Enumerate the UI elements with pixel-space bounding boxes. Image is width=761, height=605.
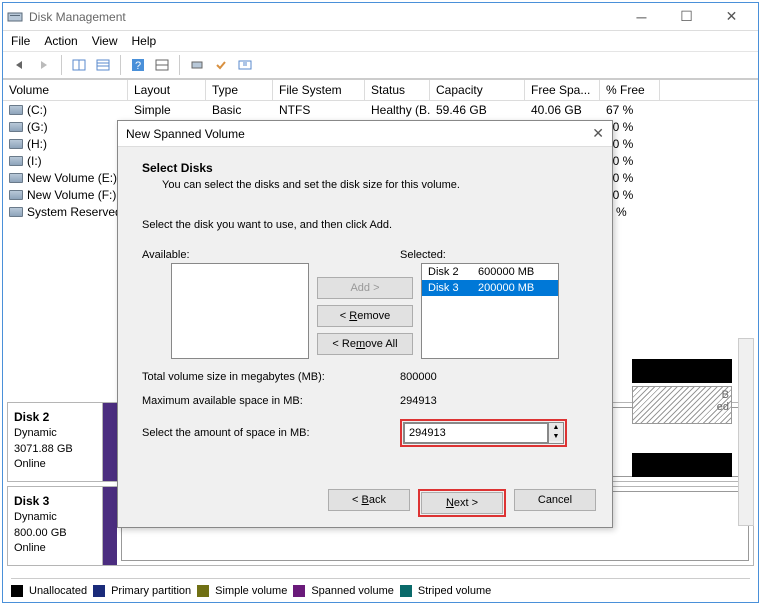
amount-highlight: ▲▼ — [400, 419, 567, 447]
check-icon[interactable] — [210, 54, 232, 76]
view-panes-icon[interactable] — [68, 54, 90, 76]
total-size-label: Total volume size in megabytes (MB): — [142, 371, 400, 383]
cancel-button[interactable]: Cancel — [514, 489, 596, 511]
menu-action[interactable]: Action — [44, 34, 77, 48]
scrollbar[interactable] — [738, 338, 754, 526]
legend-spanned-swatch — [293, 585, 305, 597]
next-button[interactable]: Next > — [421, 492, 503, 514]
selected-listbox[interactable]: Disk 2600000 MB Disk 3200000 MB — [421, 263, 559, 359]
removeall-button[interactable]: < Remove All — [317, 333, 413, 355]
legend-primary: Primary partition — [111, 585, 191, 597]
help-icon[interactable]: ? — [127, 54, 149, 76]
legend-spanned: Spanned volume — [311, 585, 394, 597]
col-type[interactable]: Type — [206, 80, 273, 100]
rescan-icon[interactable] — [186, 54, 208, 76]
view-list-icon[interactable] — [92, 54, 114, 76]
max-space-value: 294913 — [400, 395, 437, 407]
col-fs[interactable]: File System — [273, 80, 365, 100]
legend-unallocated-swatch — [11, 585, 23, 597]
available-label: Available: — [142, 249, 400, 261]
available-listbox[interactable] — [171, 263, 309, 359]
refresh-icon[interactable] — [151, 54, 173, 76]
add-button[interactable]: Add > — [317, 277, 413, 299]
forward-icon[interactable] — [33, 54, 55, 76]
next-highlight: Next > — [418, 489, 506, 517]
maximize-button[interactable]: ☐ — [664, 4, 709, 30]
wizard-sub: You can select the disks and set the dis… — [162, 179, 588, 191]
back-icon[interactable] — [9, 54, 31, 76]
amount-label: Select the amount of space in MB: — [142, 427, 400, 439]
disk2-stripe — [103, 403, 117, 481]
menubar: File Action View Help — [3, 31, 758, 51]
wizard-title: New Spanned Volume — [126, 127, 592, 141]
disk3-label: Disk 3 Dynamic 800.00 GB Online — [8, 487, 103, 565]
close-button[interactable]: ✕ — [709, 4, 754, 30]
disk3-stripe — [103, 487, 117, 565]
menu-view[interactable]: View — [92, 34, 118, 48]
legend-striped: Striped volume — [418, 585, 491, 597]
minimize-button[interactable]: ─ — [619, 4, 664, 30]
legend-striped-swatch — [400, 585, 412, 597]
back-button[interactable]: < Back — [328, 489, 410, 511]
legend-simple-swatch — [197, 585, 209, 597]
wizard-titlebar: New Spanned Volume ✕ — [118, 121, 612, 147]
volume-grid-header: Volume Layout Type File System Status Ca… — [3, 79, 758, 101]
wizard-close-icon[interactable]: ✕ — [592, 125, 604, 142]
selected-row-disk3[interactable]: Disk 3200000 MB — [422, 280, 558, 296]
svg-text:?: ? — [135, 60, 141, 72]
col-capacity[interactable]: Capacity — [430, 80, 525, 100]
legend: Unallocated Primary partition Simple vol… — [11, 578, 750, 598]
amount-spinner[interactable]: ▲▼ — [403, 422, 564, 444]
settings-icon[interactable] — [234, 54, 256, 76]
col-freespace[interactable]: Free Spa... — [525, 80, 600, 100]
spin-up-icon[interactable]: ▲ — [549, 423, 563, 432]
col-status[interactable]: Status — [365, 80, 430, 100]
remove-button[interactable]: < Remove — [317, 305, 413, 327]
total-size-value: 800000 — [400, 371, 437, 383]
col-volume[interactable]: Volume — [3, 80, 128, 100]
legend-primary-swatch — [93, 585, 105, 597]
col-layout[interactable]: Layout — [128, 80, 206, 100]
menu-help[interactable]: Help — [132, 34, 157, 48]
wizard-instruct: Select the disk you want to use, and the… — [142, 219, 588, 231]
toolbar: ? — [3, 51, 758, 79]
menu-file[interactable]: File — [11, 34, 30, 48]
volume-row[interactable]: (C:)SimpleBasicNTFSHealthy (B...59.46 GB… — [3, 101, 758, 118]
wizard-heading: Select Disks — [142, 161, 588, 175]
legend-simple: Simple volume — [215, 585, 287, 597]
legend-unallocated: Unallocated — [29, 585, 87, 597]
wizard-dialog: New Spanned Volume ✕ Select Disks You ca… — [117, 120, 613, 528]
amount-input[interactable] — [404, 423, 548, 443]
app-icon — [7, 9, 23, 25]
disk2-label: Disk 2 Dynamic 3071.88 GB Online — [8, 403, 103, 481]
spin-down-icon[interactable]: ▼ — [549, 432, 563, 441]
col-pctfree[interactable]: % Free — [600, 80, 660, 100]
titlebar: Disk Management ─ ☐ ✕ — [3, 3, 758, 31]
selected-label: Selected: — [400, 249, 446, 261]
max-space-label: Maximum available space in MB: — [142, 395, 400, 407]
app-title: Disk Management — [29, 10, 619, 24]
selected-row-disk2[interactable]: Disk 2600000 MB — [422, 264, 558, 280]
